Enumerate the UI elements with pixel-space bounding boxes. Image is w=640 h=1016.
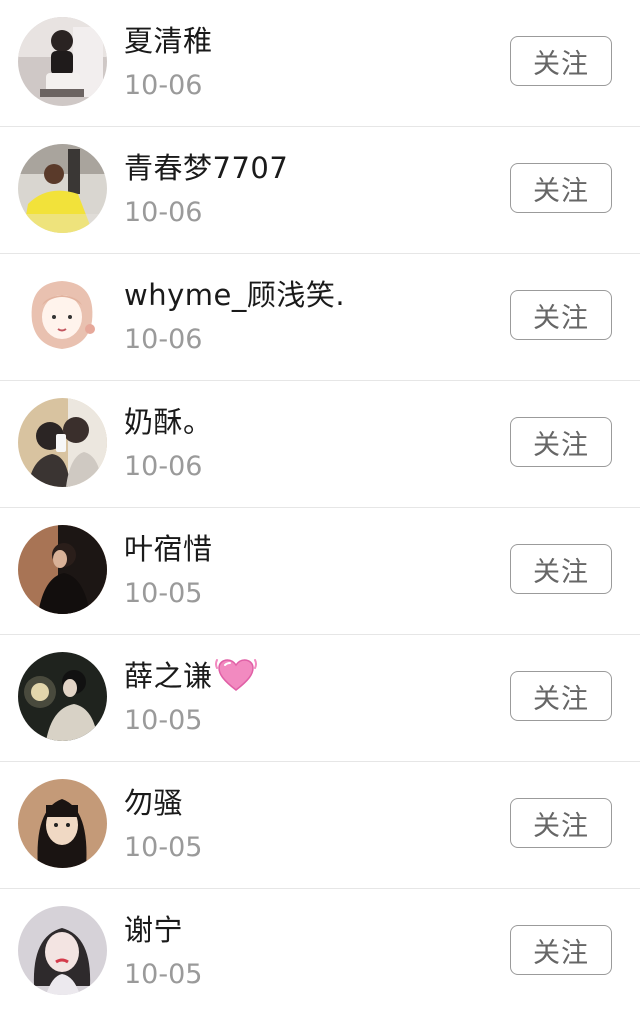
- follow-date: 10-06: [124, 324, 203, 355]
- user-name[interactable]: 奶酥。: [124, 399, 213, 441]
- avatar[interactable]: [18, 144, 107, 233]
- user-name[interactable]: whyme_顾浅笑.: [124, 272, 345, 314]
- list-item[interactable]: 奶酥。 10-06 关注: [0, 381, 640, 508]
- follow-button[interactable]: 关注: [510, 36, 612, 86]
- list-item[interactable]: 勿骚 10-05 关注: [0, 762, 640, 889]
- list-item[interactable]: 谢宁 10-05 关注: [0, 889, 640, 1016]
- avatar[interactable]: [18, 652, 107, 741]
- list-item[interactable]: 夏清稚 10-06 关注: [0, 0, 640, 127]
- user-name[interactable]: 夏清稚: [124, 18, 213, 60]
- avatar[interactable]: [18, 779, 107, 868]
- list-item[interactable]: 薛之谦 10-05 关注: [0, 635, 640, 762]
- follow-date: 10-05: [124, 832, 203, 863]
- follow-button[interactable]: 关注: [510, 544, 612, 594]
- follow-button[interactable]: 关注: [510, 925, 612, 975]
- avatar[interactable]: [18, 398, 107, 487]
- follow-button[interactable]: 关注: [510, 163, 612, 213]
- follow-date: 10-06: [124, 197, 203, 228]
- user-name[interactable]: 薛之谦: [124, 653, 257, 698]
- user-name[interactable]: 勿骚: [124, 780, 183, 822]
- list-item[interactable]: 叶宿惜 10-05 关注: [0, 508, 640, 635]
- follow-button[interactable]: 关注: [510, 417, 612, 467]
- follower-list: 夏清稚 10-06 关注 青春梦7707 10-06 关注 whyme_顾浅笑.…: [0, 0, 640, 1013]
- follow-button[interactable]: 关注: [510, 290, 612, 340]
- heart-icon: [214, 654, 257, 694]
- avatar[interactable]: [18, 271, 107, 360]
- follow-date: 10-06: [124, 70, 203, 101]
- user-name[interactable]: 青春梦7707: [124, 145, 288, 187]
- follow-button[interactable]: 关注: [510, 798, 612, 848]
- list-item[interactable]: whyme_顾浅笑. 10-06 关注: [0, 254, 640, 381]
- avatar[interactable]: [18, 525, 107, 614]
- follow-button[interactable]: 关注: [510, 671, 612, 721]
- list-item[interactable]: 青春梦7707 10-06 关注: [0, 127, 640, 254]
- avatar[interactable]: [18, 906, 107, 995]
- user-name[interactable]: 叶宿惜: [124, 526, 213, 568]
- follow-date: 10-05: [124, 705, 203, 736]
- user-name-text: 薛之谦: [124, 659, 213, 693]
- follow-date: 10-05: [124, 959, 203, 990]
- follow-date: 10-05: [124, 578, 203, 609]
- user-name[interactable]: 谢宁: [124, 907, 183, 949]
- follow-date: 10-06: [124, 451, 203, 482]
- avatar[interactable]: [18, 17, 107, 106]
